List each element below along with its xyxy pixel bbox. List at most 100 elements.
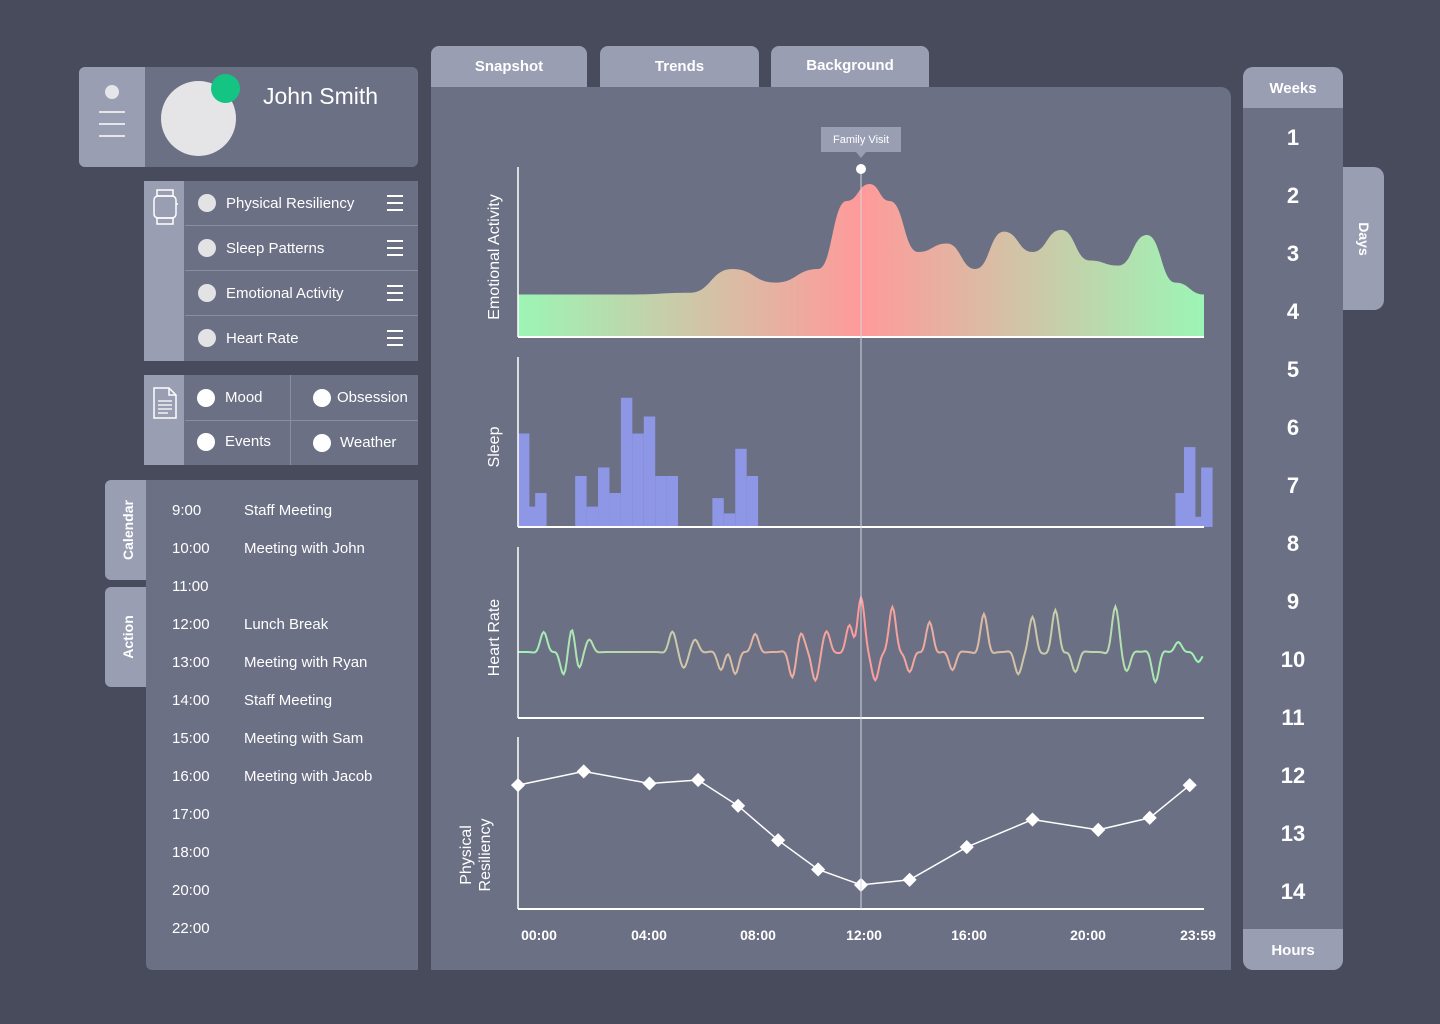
metric-item[interactable]: Emotional Activity	[185, 271, 418, 316]
filter-radio[interactable]	[313, 434, 331, 452]
tab-label: Background	[806, 57, 894, 74]
resiliency-line	[517, 770, 1191, 886]
week-number[interactable]: 5	[1243, 357, 1343, 383]
sleep-bar	[746, 476, 759, 527]
y-axis-label-part: Resiliency	[477, 819, 494, 892]
days-tab-label: Days	[1355, 221, 1372, 256]
filter-label: Mood	[225, 389, 263, 406]
schedule-event: Staff Meeting	[244, 692, 333, 709]
resiliency-point	[1025, 812, 1040, 827]
tab-label: Snapshot	[474, 58, 544, 75]
week-number[interactable]: 9	[1243, 589, 1343, 615]
x-tick-label: 23:59	[1180, 927, 1216, 943]
sleep-bar	[1201, 467, 1213, 527]
hours-label: Hours	[1271, 942, 1315, 959]
schedule-time: 18:00	[172, 844, 210, 861]
sleep-bar	[643, 416, 656, 527]
weeks-header[interactable]: Weeks	[1243, 67, 1343, 108]
smartwatch-icon	[153, 189, 178, 225]
x-tick-label: 12:00	[846, 927, 882, 943]
sleep-bar	[632, 433, 644, 527]
days-tab[interactable]: Days	[1343, 167, 1384, 310]
week-number[interactable]: 6	[1243, 415, 1343, 441]
schedule-time: 13:00	[172, 654, 210, 671]
week-number[interactable]: 2	[1243, 183, 1343, 209]
sleep-bar	[1183, 447, 1196, 527]
week-number[interactable]: 3	[1243, 241, 1343, 267]
week-number[interactable]: 13	[1243, 821, 1343, 847]
week-number[interactable]: 8	[1243, 531, 1343, 557]
schedule-row[interactable]: 18:00	[146, 844, 418, 864]
schedule-list: 9:00 Staff Meeting 10:00 Meeting with John 1…	[146, 480, 418, 970]
sleep-bar	[712, 498, 724, 527]
schedule-row[interactable]: 12:00 Lunch Break	[146, 616, 418, 636]
week-number[interactable]: 12	[1243, 763, 1343, 789]
resiliency-point	[1091, 822, 1106, 837]
document-icon	[153, 387, 177, 419]
metric-toggle[interactable]	[198, 194, 216, 212]
metric-toggle[interactable]	[198, 284, 216, 302]
resiliency-point	[811, 862, 826, 877]
week-number[interactable]: 11	[1243, 705, 1343, 731]
sleep-bar	[655, 476, 667, 527]
filter-radio[interactable]	[313, 389, 331, 407]
chart-panel: Emotional Activity Sleep Heart Rate Physica…	[431, 87, 1231, 970]
schedule-row[interactable]: 13:00 Meeting with Ryan	[146, 654, 418, 674]
weeks-header-label: Weeks	[1269, 80, 1317, 97]
metric-item[interactable]: Physical Resiliency	[185, 181, 418, 226]
tab-calendar[interactable]: Calendar	[105, 480, 150, 580]
week-number[interactable]: 1	[1243, 125, 1343, 151]
user-name: John Smith	[263, 83, 379, 109]
week-number[interactable]: 14	[1243, 879, 1343, 905]
metric-item[interactable]: Heart Rate	[185, 316, 418, 360]
metric-toggle[interactable]	[198, 329, 216, 347]
schedule-row[interactable]: 14:00 Staff Meeting	[146, 692, 418, 712]
schedule-event: Meeting with Sam	[244, 730, 364, 747]
tab-background[interactable]: Background	[771, 46, 929, 88]
week-number[interactable]: 4	[1243, 299, 1343, 325]
drag-handle-icon[interactable]	[387, 285, 403, 306]
filter-label: Events	[225, 433, 271, 450]
schedule-row[interactable]: 17:00	[146, 806, 418, 826]
schedule-row[interactable]: 22:00	[146, 920, 418, 940]
schedule-row[interactable]: 16:00 Meeting with Jacob	[146, 768, 418, 788]
schedule-time: 17:00	[172, 806, 210, 823]
schedule-row[interactable]: 15:00 Meeting with Sam	[146, 730, 418, 750]
tab-action[interactable]: Action	[105, 587, 150, 687]
hours-button[interactable]: Hours	[1243, 929, 1343, 970]
filter-radio[interactable]	[197, 433, 215, 451]
week-number[interactable]: 7	[1243, 473, 1343, 499]
schedule-time: 10:00	[172, 540, 210, 557]
tab-trends[interactable]: Trends	[600, 46, 759, 88]
y-axis-label-part: Physical	[458, 825, 475, 885]
schedule-row[interactable]: 20:00	[146, 882, 418, 902]
drag-handle-icon[interactable]	[387, 330, 403, 351]
y-axis-label: Sleep	[486, 426, 503, 467]
schedule-time: 20:00	[172, 882, 210, 899]
y-axis-label: Emotional Activity	[486, 194, 503, 319]
tab-snapshot[interactable]: Snapshot	[431, 46, 587, 88]
schedule-time: 11:00	[172, 578, 209, 595]
tab-label: Trends	[654, 58, 705, 75]
sleep-bar	[586, 506, 599, 527]
status-dot	[105, 85, 119, 99]
filters-sidebar	[144, 375, 184, 465]
schedule-row[interactable]: 9:00 Staff Meeting	[146, 502, 418, 522]
drag-handle-icon[interactable]	[387, 195, 403, 216]
tab-calendar-label: Calendar	[119, 500, 136, 560]
x-tick-label: 08:00	[740, 927, 776, 943]
drag-handle-icon[interactable]	[387, 240, 403, 261]
hamburger-icon[interactable]	[99, 111, 125, 147]
schedule-row[interactable]: 10:00 Meeting with John	[146, 540, 418, 560]
sleep-bar	[666, 476, 679, 527]
schedule-time: 16:00	[172, 768, 210, 785]
metric-item[interactable]: Sleep Patterns	[185, 226, 418, 271]
metric-label: Emotional Activity	[226, 285, 344, 302]
week-number[interactable]: 10	[1243, 647, 1343, 673]
metric-toggle[interactable]	[198, 239, 216, 257]
x-tick-label: 16:00	[951, 927, 987, 943]
sleep-bar	[609, 493, 621, 527]
filter-label: Weather	[340, 434, 397, 451]
schedule-row[interactable]: 11:00	[146, 578, 418, 598]
filter-radio[interactable]	[197, 389, 215, 407]
